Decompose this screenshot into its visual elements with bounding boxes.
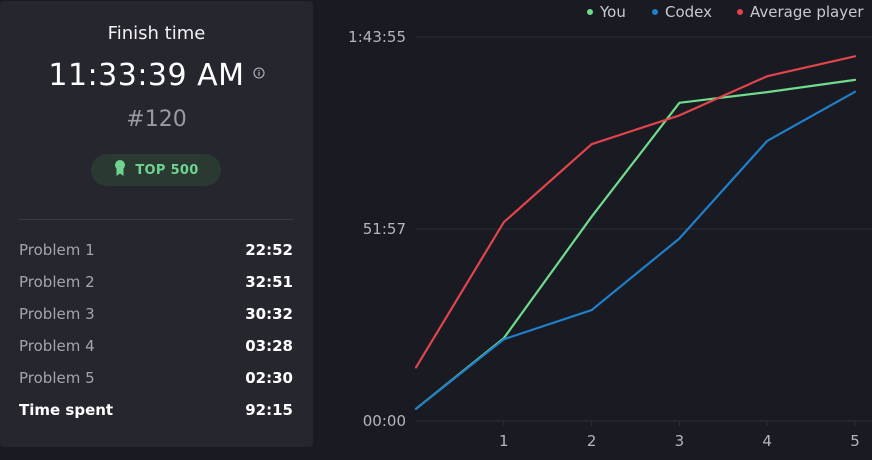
divider [19, 219, 293, 220]
finish-time-value: 11:33:39 AM [48, 58, 245, 93]
total-time-value: 92:15 [245, 401, 293, 419]
problem-name: Problem 5 [19, 369, 95, 387]
legend-marker-codex [652, 9, 658, 15]
problem-times-list: Problem 1 22:52 Problem 2 32:51 Problem … [19, 234, 293, 426]
problem-time: 30:32 [245, 305, 293, 323]
results-panel: Finish time 11:33:39 AM #120 TOP 500 Pro… [0, 1, 313, 447]
series-line-codex [414, 90, 857, 410]
finish-time-row: 11:33:39 AM [0, 58, 313, 93]
medal-icon [113, 159, 127, 181]
x-tick-label: 4 [762, 432, 772, 450]
legend-label-you: You [599, 3, 626, 21]
problem-time: 02:30 [245, 369, 293, 387]
y-tick-label: 1:43:55 [348, 28, 406, 46]
y-tick-label: 51:57 [363, 220, 406, 238]
problem-name: Problem 3 [19, 305, 95, 323]
y-tick-label: 00:00 [363, 412, 406, 430]
problem-row: Problem 1 22:52 [19, 234, 293, 266]
series-line-average-player [414, 55, 857, 369]
legend-marker-you [587, 9, 593, 15]
x-tick-label: 2 [587, 432, 597, 450]
legend-label-codex: Codex [665, 3, 712, 21]
top-500-badge: TOP 500 [91, 154, 221, 186]
chart-svg: 00:00 51:57 1:43:55 1 2 3 4 5 You Codex Average pl… [348, 3, 872, 450]
problem-time: 22:52 [245, 241, 293, 259]
problem-name: Problem 4 [19, 337, 95, 355]
info-icon[interactable] [253, 64, 265, 79]
problem-row: Problem 4 03:28 [19, 330, 293, 362]
total-time-row: Time spent 92:15 [19, 394, 293, 426]
x-tick-label: 1 [499, 432, 509, 450]
problem-name: Problem 1 [19, 241, 95, 259]
rank-value: #120 [126, 107, 187, 132]
badge-label: TOP 500 [135, 162, 199, 178]
legend-marker-average-player [737, 9, 743, 15]
legend-label-average-player: Average player [750, 3, 864, 21]
problem-time: 03:28 [245, 337, 293, 355]
problem-row: Problem 5 02:30 [19, 362, 293, 394]
progress-chart: 00:00 51:57 1:43:55 1 2 3 4 5 You Codex Average pl… [313, 0, 872, 460]
x-tick-label: 5 [850, 432, 860, 450]
x-tick-label: 3 [675, 432, 685, 450]
problem-row: Problem 2 32:51 [19, 266, 293, 298]
problem-row: Problem 3 30:32 [19, 298, 293, 330]
total-time-label: Time spent [19, 401, 114, 419]
problem-time: 32:51 [245, 273, 293, 291]
problem-name: Problem 2 [19, 273, 95, 291]
finish-time-label: Finish time [107, 23, 206, 44]
